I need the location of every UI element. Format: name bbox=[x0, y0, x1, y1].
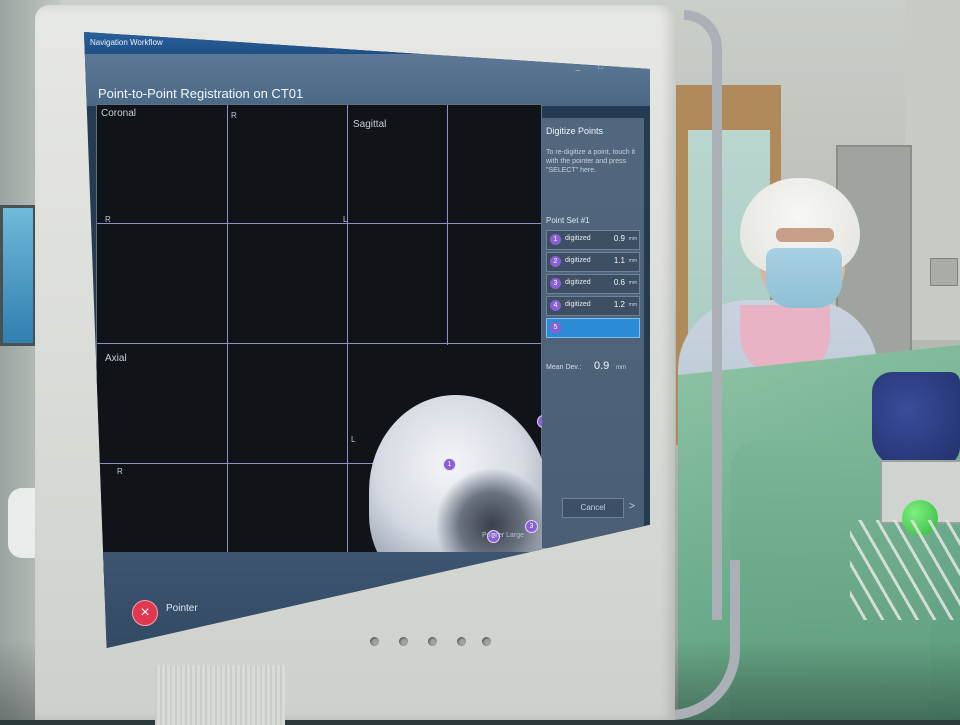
grid-line bbox=[447, 105, 448, 345]
grid-line bbox=[227, 105, 228, 595]
orientation-marker: L bbox=[343, 215, 348, 224]
point-row[interactable]: 3 digitized 0.6 mm bbox=[546, 274, 640, 294]
point-row-selected[interactable]: 5 bbox=[546, 318, 640, 338]
window-title: Navigation Workflow bbox=[90, 38, 163, 47]
point-number: 5 bbox=[550, 322, 561, 333]
point-set-label: Point Set #1 bbox=[546, 216, 590, 225]
point-row[interactable]: 4 digitized 1.2 mm bbox=[546, 296, 640, 316]
monitor-button[interactable] bbox=[370, 637, 379, 646]
point-status: digitized bbox=[565, 235, 591, 242]
pointer-status: Pointer Large bbox=[482, 532, 525, 539]
monitor-button[interactable] bbox=[399, 637, 408, 646]
point-error: 1.2 bbox=[613, 300, 625, 309]
point-number: 1 bbox=[550, 234, 561, 245]
surgical-instruments bbox=[850, 520, 960, 620]
point-unit: mm bbox=[628, 236, 637, 242]
point-status: digitized bbox=[565, 279, 591, 286]
axial-label: Axial bbox=[105, 353, 127, 364]
cancel-button[interactable]: Cancel bbox=[562, 498, 624, 518]
surgical-mask bbox=[766, 248, 842, 308]
grid-line bbox=[97, 343, 541, 344]
digitize-panel: Digitize Points To re-digitize a point, … bbox=[542, 118, 644, 548]
panel-help-text: To re-digitize a point, touch it with th… bbox=[546, 149, 636, 174]
point-error: 0.6 bbox=[613, 278, 625, 287]
speaker-grille bbox=[155, 665, 285, 725]
orientation-marker: R bbox=[117, 467, 123, 476]
right-wall bbox=[905, 0, 960, 340]
point-unit: mm bbox=[628, 280, 637, 286]
point-row[interactable]: 1 digitized 0.9 mm bbox=[546, 230, 640, 250]
point-number: 4 bbox=[550, 300, 561, 311]
point-unit: mm bbox=[628, 258, 637, 264]
image-viewports[interactable]: Coronal Sagittal Axial R R L R L 1 2 3 4 bbox=[96, 104, 550, 596]
monitor-button[interactable] bbox=[457, 637, 466, 646]
point-row[interactable]: 2 digitized 1.1 mm bbox=[546, 252, 640, 272]
mean-deviation-value: 0.9 bbox=[594, 360, 610, 372]
mean-deviation-unit: mm bbox=[616, 365, 626, 371]
point-error: 1.1 bbox=[613, 256, 625, 265]
point-status: digitized bbox=[565, 257, 591, 264]
blue-cloth bbox=[872, 372, 960, 467]
monitor-stand-arm bbox=[684, 10, 722, 620]
coronal-label: Coronal bbox=[101, 108, 137, 119]
point-status: digitized bbox=[565, 301, 591, 308]
sagittal-label: Sagittal bbox=[353, 119, 387, 130]
pointer-status-icon[interactable]: × bbox=[132, 600, 158, 626]
orientation-marker: R bbox=[105, 215, 111, 224]
panel-title: Digitize Points bbox=[546, 126, 604, 136]
monitor-button[interactable] bbox=[428, 637, 437, 646]
point-number: 2 bbox=[550, 256, 561, 267]
grid-line bbox=[347, 105, 348, 595]
page-title: Point-to-Point Registration on CT01 bbox=[98, 86, 304, 101]
pointer-label: Pointer bbox=[166, 603, 198, 614]
point-number: 3 bbox=[550, 278, 561, 289]
left-monitor bbox=[0, 205, 36, 346]
registration-marker[interactable]: 3 bbox=[525, 520, 538, 533]
monitor-button[interactable] bbox=[482, 637, 491, 646]
point-unit: mm bbox=[628, 302, 637, 308]
grid-line bbox=[97, 223, 541, 224]
orientation-marker: L bbox=[351, 435, 356, 444]
mean-deviation-label: Mean Dev.: bbox=[546, 364, 582, 371]
next-arrow-icon[interactable]: > bbox=[624, 498, 640, 516]
point-error: 0.9 bbox=[613, 234, 625, 243]
surgeon-eyes bbox=[776, 228, 834, 242]
registration-marker[interactable]: 1 bbox=[443, 458, 456, 471]
wall-outlet bbox=[930, 258, 958, 286]
orientation-marker: R bbox=[231, 111, 237, 120]
